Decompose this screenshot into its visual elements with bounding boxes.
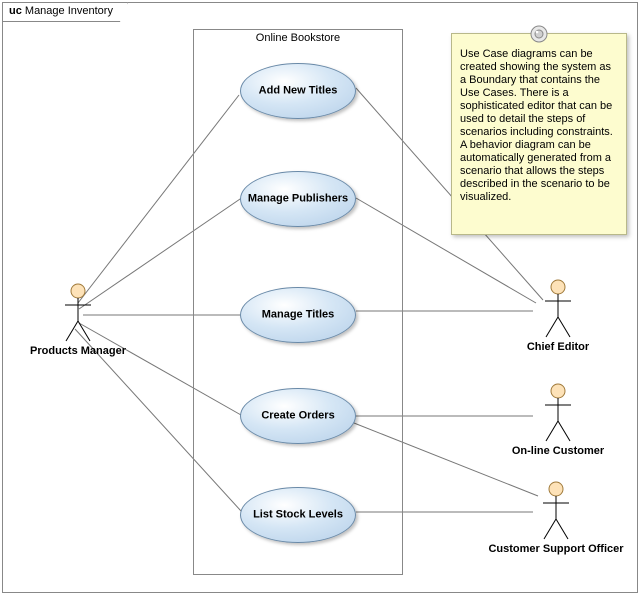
actor-label: Chief Editor bbox=[513, 341, 603, 353]
note-text: Use Case diagrams can be created showing… bbox=[460, 48, 613, 203]
diagram-frame: uc Manage Inventory Online Bookstore Add… bbox=[2, 2, 638, 593]
actor-chief-editor[interactable]: Chief Editor bbox=[513, 279, 603, 353]
diagram-title-prefix: uc bbox=[9, 5, 22, 17]
usecase-manage-publishers[interactable]: Manage Publishers bbox=[240, 171, 356, 227]
usecase-list-stock-levels[interactable]: List Stock Levels bbox=[240, 487, 356, 543]
diagram-title: uc Manage Inventory bbox=[2, 2, 128, 22]
usecase-create-orders[interactable]: Create Orders bbox=[240, 388, 356, 444]
usecase-manage-titles[interactable]: Manage Titles bbox=[240, 287, 356, 343]
usecase-add-new-titles[interactable]: Add New Titles bbox=[240, 63, 356, 119]
actor-customer-support-officer[interactable]: Customer Support Officer bbox=[481, 481, 631, 555]
usecase-label: Manage Titles bbox=[241, 309, 355, 322]
actor-label: On-line Customer bbox=[503, 445, 613, 457]
diagram-title-text: Manage Inventory bbox=[25, 5, 113, 17]
actor-icon bbox=[541, 481, 571, 541]
pin-icon bbox=[530, 25, 548, 43]
usecase-label: Manage Publishers bbox=[241, 193, 355, 206]
actor-online-customer[interactable]: On-line Customer bbox=[503, 383, 613, 457]
actor-label: Products Manager bbox=[23, 345, 133, 357]
actor-icon bbox=[543, 279, 573, 339]
actor-icon bbox=[543, 383, 573, 443]
actor-products-manager[interactable]: Products Manager bbox=[23, 283, 133, 357]
actor-label: Customer Support Officer bbox=[481, 543, 631, 555]
usecase-label: List Stock Levels bbox=[241, 509, 355, 522]
note-element[interactable]: Use Case diagrams can be created showing… bbox=[451, 33, 627, 235]
actor-icon bbox=[63, 283, 93, 343]
system-boundary-title: Online Bookstore bbox=[194, 32, 402, 44]
usecase-label: Add New Titles bbox=[241, 85, 355, 98]
usecase-label: Create Orders bbox=[241, 410, 355, 423]
